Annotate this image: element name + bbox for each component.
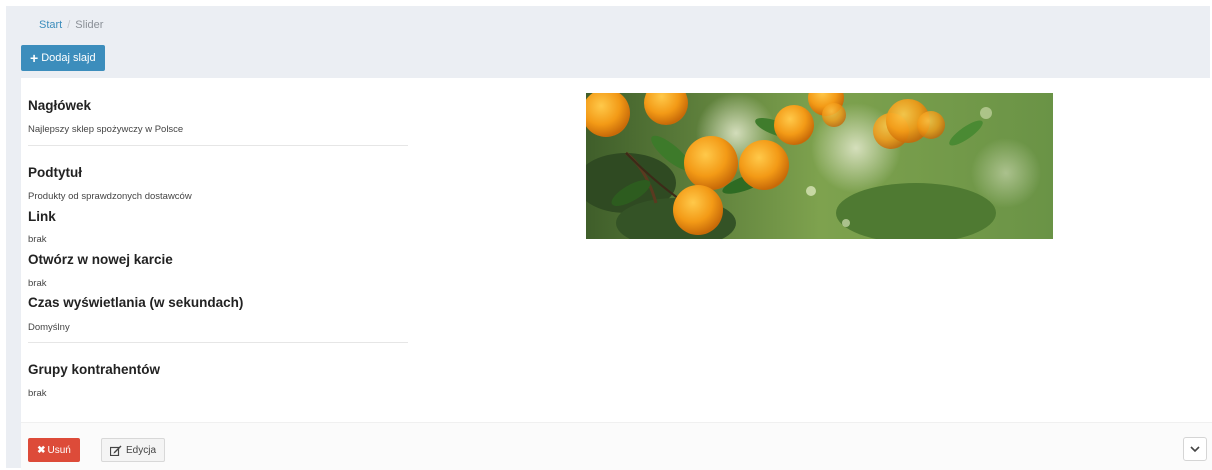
- delete-label: Usuń: [47, 444, 71, 456]
- breadcrumb-home-link[interactable]: Start: [39, 19, 62, 31]
- field-value-heading: Najlepszy sklep spożywczy w Polsce: [28, 124, 184, 135]
- orange-tree-photo: [586, 93, 1053, 239]
- chevron-down-icon: [1190, 445, 1200, 452]
- add-slide-button[interactable]: + Dodaj slajd: [21, 45, 105, 71]
- field-value-subtitle: Produkty od sprawdzonych dostawców: [28, 191, 192, 202]
- card-footer: ✖ Usuń Edycja: [21, 422, 1212, 470]
- expand-button[interactable]: [1183, 437, 1207, 461]
- field-value-customer-groups: brak: [28, 388, 47, 399]
- field-label-link: Link: [28, 209, 56, 224]
- breadcrumb-current: Slider: [75, 19, 104, 31]
- field-label-new-tab: Otwórz w nowej karcie: [28, 252, 173, 267]
- divider: [28, 145, 408, 146]
- field-label-subtitle: Podtytuł: [28, 165, 82, 180]
- edit-icon: [109, 445, 122, 456]
- field-label-display-time: Czas wyświetlania (w sekundach): [28, 295, 244, 310]
- times-icon: ✖: [37, 444, 46, 456]
- divider: [28, 342, 408, 343]
- field-value-new-tab: brak: [28, 278, 47, 289]
- slide-card: Nagłówek Najlepszy sklep spożywczy w Pol…: [21, 78, 1212, 470]
- delete-button[interactable]: ✖ Usuń: [28, 438, 80, 462]
- edit-label: Edycja: [125, 444, 156, 456]
- breadcrumb-separator: /: [67, 19, 71, 31]
- slide-image: [586, 93, 1053, 239]
- field-label-customer-groups: Grupy kontrahentów: [28, 362, 161, 377]
- field-value-display-time: Domyślny: [28, 322, 70, 333]
- field-value-link: brak: [28, 234, 47, 245]
- breadcrumb: Start / Slider: [39, 19, 103, 31]
- field-label-heading: Nagłówek: [28, 98, 92, 113]
- page-header-area: Start / Slider + Dodaj slajd Nagłówek Najl…: [6, 6, 1212, 470]
- edit-button[interactable]: Edycja: [101, 438, 165, 462]
- add-slide-label: Dodaj slajd: [41, 52, 96, 64]
- plus-icon: +: [30, 50, 39, 66]
